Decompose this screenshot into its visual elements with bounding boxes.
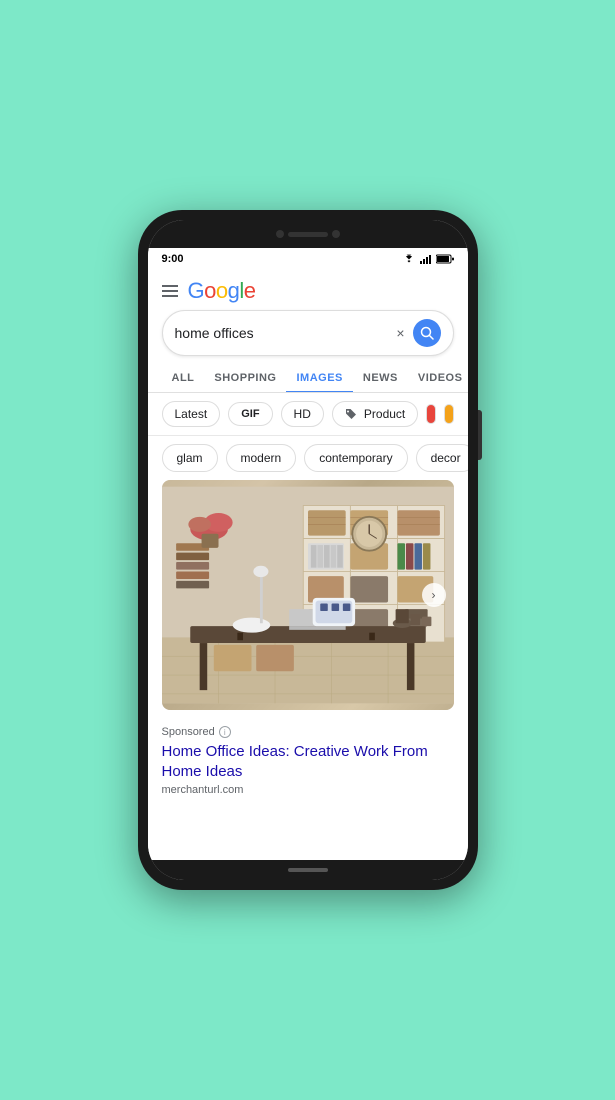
battery-icon — [436, 254, 454, 264]
tab-videos[interactable]: VIDEOS — [408, 364, 468, 392]
sponsored-info-button[interactable]: i — [219, 726, 231, 738]
info-symbol: i — [224, 728, 226, 737]
side-button — [478, 410, 482, 460]
filter-product[interactable]: Product — [332, 401, 418, 427]
status-bar: 9:00 — [148, 248, 468, 270]
color-filter-orange[interactable] — [444, 404, 454, 424]
style-chip-glam[interactable]: glam — [162, 444, 218, 472]
filter-gif-label: GIF — [241, 408, 259, 420]
status-icons — [402, 254, 454, 264]
phone-speaker — [288, 232, 328, 237]
app-header: Google — [148, 270, 468, 310]
filter-hd-label: HD — [294, 407, 311, 421]
tab-all[interactable]: ALL — [162, 364, 205, 392]
main-content: Google home offices × ALL SHOPPING IMAGE… — [148, 270, 468, 860]
sponsored-label-row: Sponsored i — [162, 726, 454, 738]
hamburger-line-2 — [162, 290, 178, 292]
image-nav-arrow[interactable]: › — [422, 583, 446, 607]
tag-icon — [345, 408, 357, 420]
phone-top-notch — [148, 220, 468, 248]
status-time: 9:00 — [162, 253, 184, 265]
image-result[interactable]: › — [162, 480, 454, 710]
home-indicator[interactable] — [288, 868, 328, 872]
hamburger-menu[interactable] — [162, 285, 178, 297]
phone-frame: 9:00 — [138, 210, 478, 890]
filter-hd[interactable]: HD — [281, 401, 324, 427]
style-chip-contemporary[interactable]: contemporary — [304, 444, 407, 472]
phone-bottom-bar — [148, 860, 468, 880]
tab-shopping[interactable]: SHOPPING — [204, 364, 286, 392]
filter-latest-label: Latest — [175, 407, 208, 421]
tab-images[interactable]: IMAGES — [286, 364, 352, 392]
nav-tabs: ALL SHOPPING IMAGES NEWS VIDEOS — [148, 364, 468, 393]
style-chip-decor[interactable]: decor — [416, 444, 468, 472]
google-logo: Google — [188, 278, 256, 304]
filter-gif[interactable]: GIF — [228, 402, 272, 426]
search-icon — [420, 326, 434, 340]
camera-sensor-2 — [332, 230, 340, 238]
filter-row: Latest GIF HD Product — [148, 393, 468, 436]
hamburger-line-1 — [162, 285, 178, 287]
search-query: home offices — [175, 325, 397, 341]
sponsored-title[interactable]: Home Office Ideas: Creative Work From Ho… — [162, 742, 454, 781]
phone-screen: 9:00 — [148, 220, 468, 880]
search-clear-button[interactable]: × — [396, 325, 404, 341]
style-chips-row: glam modern contemporary decor — [148, 436, 468, 480]
tab-news[interactable]: NEWS — [353, 364, 408, 392]
filter-latest[interactable]: Latest — [162, 401, 221, 427]
sponsored-text: Sponsored — [162, 726, 215, 738]
style-chip-modern[interactable]: modern — [226, 444, 297, 472]
search-bar[interactable]: home offices × — [162, 310, 454, 356]
image-placeholder — [162, 480, 454, 710]
signal-icon — [420, 254, 432, 264]
wifi-icon — [402, 254, 416, 264]
camera-sensor — [276, 230, 284, 238]
desk-scene-svg — [162, 480, 454, 710]
filter-product-label: Product — [364, 407, 405, 421]
color-filter-red[interactable] — [426, 404, 436, 424]
search-button[interactable] — [413, 319, 441, 347]
hamburger-line-3 — [162, 295, 178, 297]
sponsored-url: merchanturl.com — [162, 784, 454, 796]
sponsored-section: Sponsored i Home Office Ideas: Creative … — [148, 718, 468, 808]
